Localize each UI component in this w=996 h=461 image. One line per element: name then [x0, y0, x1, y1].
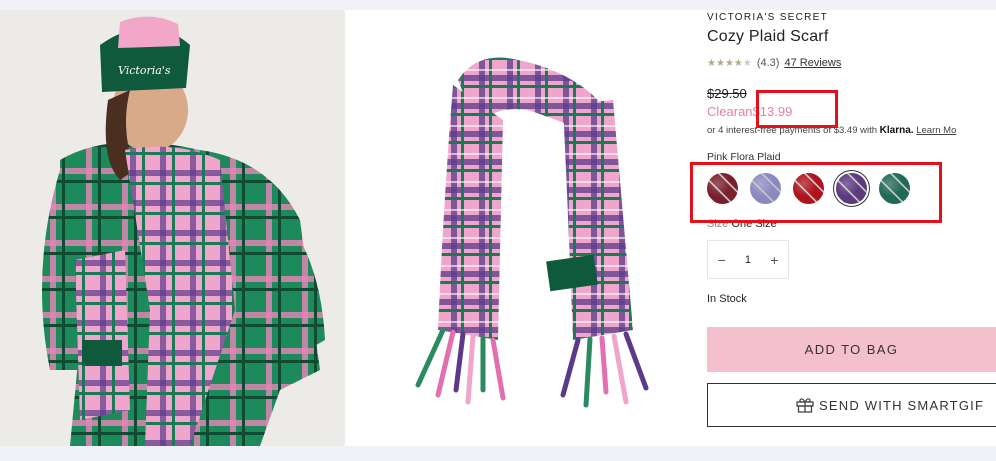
minus-icon[interactable]: −	[718, 252, 726, 268]
swatch-highlight-box	[690, 162, 942, 223]
gift-icon	[796, 397, 814, 413]
star-empty-icon: ★	[742, 57, 752, 69]
rating-value: (4.3)	[756, 57, 780, 69]
product-page: Victoria's VICTORIA'S SECRET Cozy Plaid …	[0, 0, 996, 446]
product-info: VICTORIA'S SECRET Cozy Plaid Scarf ★ ★ ★…	[707, 0, 996, 446]
product-title: Cozy Plaid Scarf	[707, 28, 829, 45]
original-price: $29.50	[707, 86, 747, 101]
brand-name: VICTORIA'S SECRET	[707, 12, 829, 23]
smartgift-label: SEND WITH SMARTGIF	[819, 397, 985, 413]
klarna-learn-more-link[interactable]: Learn Mo	[916, 125, 956, 136]
klarna-logo: Klarna.	[879, 125, 914, 136]
star-icon: ★	[724, 57, 734, 69]
scarf-product-image	[358, 10, 683, 446]
scarf-photo[interactable]	[358, 10, 683, 446]
reviews-link[interactable]: 47 Reviews	[784, 57, 841, 69]
model-photo[interactable]: Victoria's	[0, 10, 345, 446]
price-highlight-box	[756, 90, 838, 128]
add-to-bag-label: ADD TO BAG	[804, 342, 899, 357]
svg-text:Victoria's: Victoria's	[118, 64, 171, 77]
add-to-bag-button[interactable]: ADD TO BAG	[707, 327, 996, 372]
rating-stars: ★ ★ ★ ★ ★	[707, 58, 752, 69]
model-wearing-scarf-image: Victoria's	[0, 10, 345, 446]
star-icon: ★	[733, 57, 743, 69]
quantity-stepper: − 1 +	[707, 240, 789, 279]
plus-icon[interactable]: +	[770, 252, 778, 268]
quantity-value[interactable]: 1	[745, 254, 751, 266]
star-icon: ★	[715, 57, 725, 69]
star-icon: ★	[707, 57, 716, 69]
stock-status: In Stock	[707, 293, 747, 305]
sale-prefix: Clearan	[707, 104, 753, 119]
send-with-smartgift-button[interactable]: SEND WITH SMARTGIF	[707, 383, 996, 427]
product-rating: ★ ★ ★ ★ ★ (4.3) 47 Reviews	[707, 57, 841, 69]
